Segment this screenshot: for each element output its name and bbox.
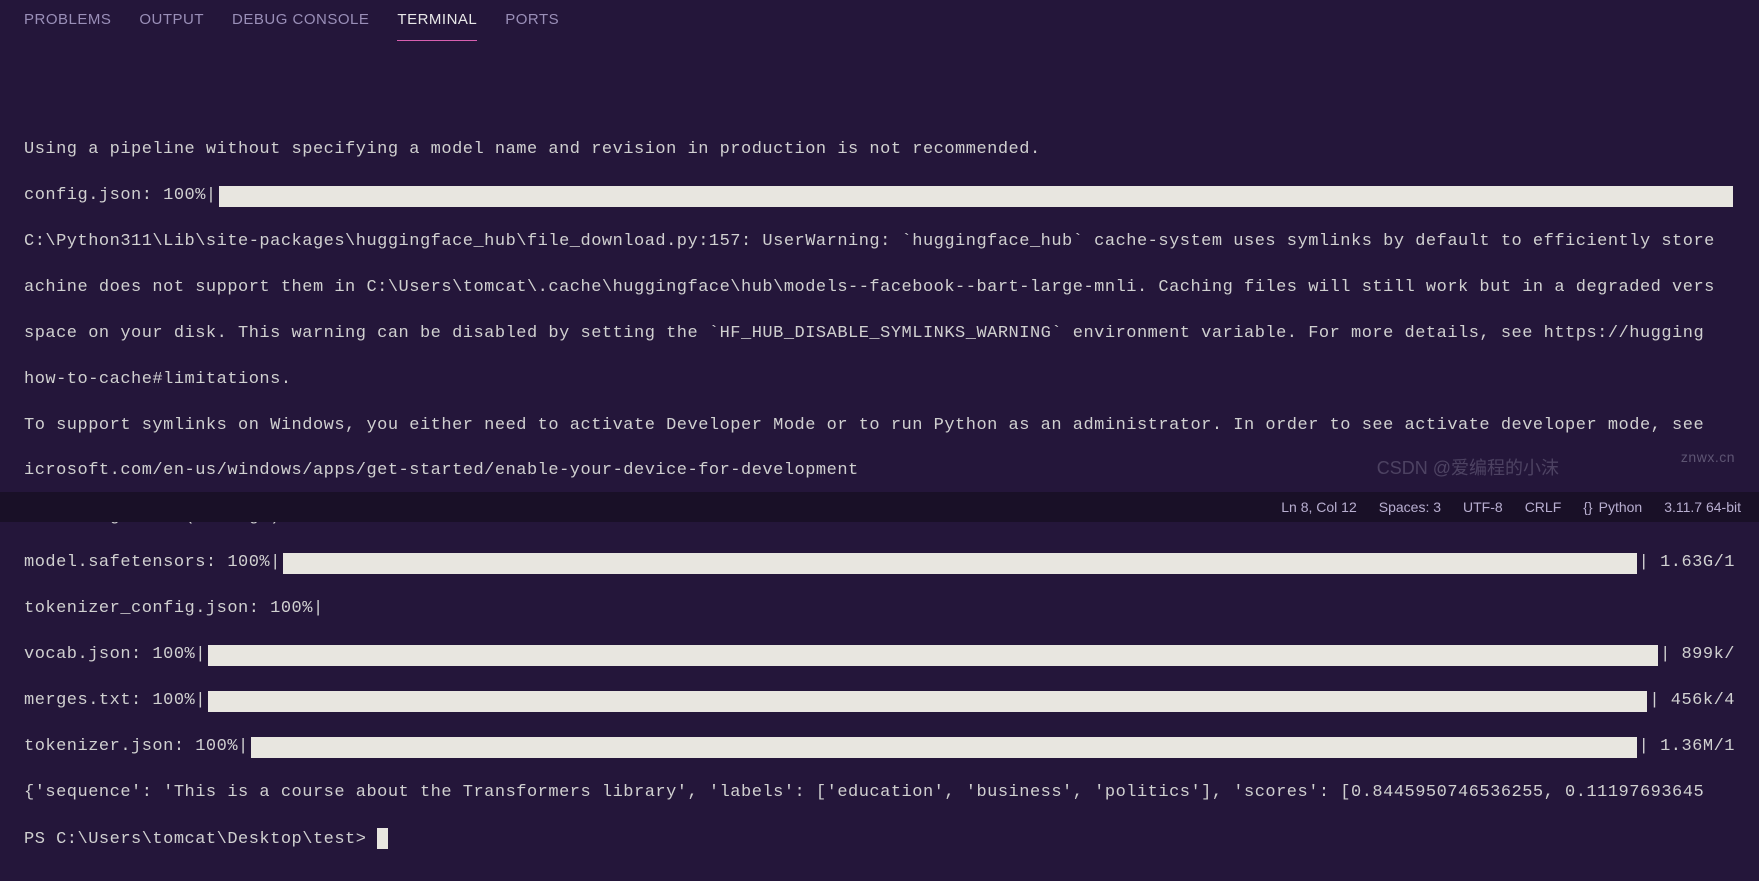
tab-problems[interactable]: PROBLEMS xyxy=(24,10,111,40)
tab-terminal[interactable]: TERMINAL xyxy=(397,10,477,41)
status-eol[interactable]: CRLF xyxy=(1525,498,1562,517)
progress-tokenizer-config: tokenizer_config.json: 100%| xyxy=(24,598,1735,621)
terminal-output[interactable]: Using a pipeline without specifying a mo… xyxy=(0,42,1759,881)
terminal-line: To support symlinks on Windows, you eith… xyxy=(24,415,1735,438)
status-spaces[interactable]: Spaces: 3 xyxy=(1379,498,1441,517)
status-language-label: Python xyxy=(1599,498,1643,517)
terminal-line: C:\Python311\Lib\site-packages\huggingfa… xyxy=(24,231,1735,254)
progress-label: vocab.json: 100%| xyxy=(24,644,206,667)
terminal-line xyxy=(24,93,1735,116)
progress-fill xyxy=(208,645,1658,666)
tab-ports[interactable]: PORTS xyxy=(505,10,559,40)
progress-trail: | 899k/ xyxy=(1660,644,1735,667)
braces-icon: {} xyxy=(1583,498,1592,517)
tab-output[interactable]: OUTPUT xyxy=(139,10,204,40)
terminal-prompt-line: PS C:\Users\tomcat\Desktop\test> xyxy=(24,828,1735,852)
progress-model: model.safetensors: 100%| | 1.63G/1 xyxy=(24,552,1735,575)
terminal-line: achine does not support them in C:\Users… xyxy=(24,277,1735,300)
progress-label: merges.txt: 100%| xyxy=(24,690,206,713)
tab-debug-console[interactable]: DEBUG CONSOLE xyxy=(232,10,369,40)
status-interpreter[interactable]: 3.11.7 64-bit xyxy=(1664,498,1741,517)
cursor xyxy=(377,828,388,849)
progress-config: config.json: 100%| xyxy=(24,185,1735,208)
panel-tabs: PROBLEMS OUTPUT DEBUG CONSOLE TERMINAL P… xyxy=(0,0,1759,42)
progress-fill xyxy=(219,186,1733,207)
status-bar: Ln 8, Col 12 Spaces: 3 UTF-8 CRLF {} Pyt… xyxy=(0,492,1759,522)
progress-vocab: vocab.json: 100%| | 899k/ xyxy=(24,644,1735,667)
progress-trail: | 1.63G/1 xyxy=(1639,552,1735,575)
progress-label: tokenizer.json: 100%| xyxy=(24,736,249,759)
progress-fill xyxy=(208,691,1647,712)
progress-label: config.json: 100%| xyxy=(24,185,217,208)
progress-tokenizer: tokenizer.json: 100%| | 1.36M/1 xyxy=(24,736,1735,759)
progress-merges: merges.txt: 100%| | 456k/4 xyxy=(24,690,1735,713)
progress-fill xyxy=(283,553,1637,574)
status-language[interactable]: {} Python xyxy=(1583,498,1642,517)
terminal-line: icrosoft.com/en-us/windows/apps/get-star… xyxy=(24,460,1735,483)
terminal-line: Using a pipeline without specifying a mo… xyxy=(24,139,1735,162)
terminal-line: how-to-cache#limitations. xyxy=(24,369,1735,392)
progress-trail: | 1.36M/1 xyxy=(1639,736,1735,759)
terminal-line: space on your disk. This warning can be … xyxy=(24,323,1735,346)
progress-trail: | 456k/4 xyxy=(1649,690,1735,713)
status-encoding[interactable]: UTF-8 xyxy=(1463,498,1503,517)
progress-fill xyxy=(251,737,1637,758)
terminal-prompt: PS C:\Users\tomcat\Desktop\test> xyxy=(24,830,377,849)
progress-label: tokenizer_config.json: 100%| xyxy=(24,598,324,621)
progress-label: model.safetensors: 100%| xyxy=(24,552,281,575)
terminal-result: {'sequence': 'This is a course about the… xyxy=(24,782,1735,805)
status-position[interactable]: Ln 8, Col 12 xyxy=(1281,498,1357,517)
